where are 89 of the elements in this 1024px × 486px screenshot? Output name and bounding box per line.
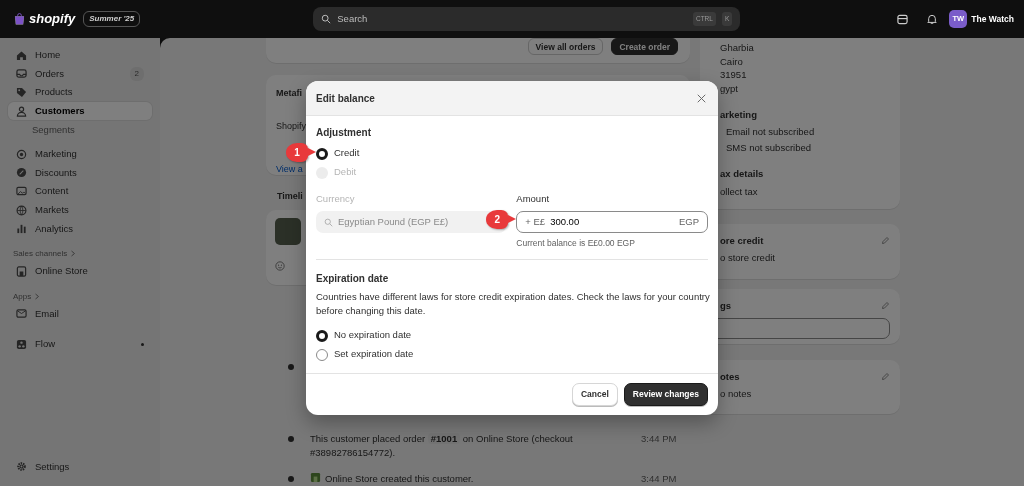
cancel-button[interactable]: Cancel xyxy=(572,383,618,406)
card-text: o store credit xyxy=(719,251,776,265)
timeline-dot xyxy=(288,435,294,442)
event-time: 3:44 PM xyxy=(641,431,677,446)
amount-field[interactable]: + E£ 300.00 EGP xyxy=(516,211,708,234)
radio-label[interactable]: Set expiration date xyxy=(334,347,414,362)
bar-chart-icon xyxy=(16,223,27,235)
store-icon xyxy=(310,471,321,483)
sidebar-item[interactable]: Home xyxy=(8,46,152,65)
search-icon xyxy=(324,217,333,227)
radio-button[interactable] xyxy=(316,329,328,342)
sidebar-item[interactable]: Analytics xyxy=(8,219,152,238)
address-line: Cairo xyxy=(719,54,744,68)
subscription-status: SMS not subscribed xyxy=(725,141,812,155)
description-text: Countries have different laws for store credit expiration dates. Check the laws for your country before changing this date. xyxy=(316,290,711,318)
card-title: Metafi xyxy=(276,87,302,100)
sidebar-item[interactable]: Markets xyxy=(8,200,152,220)
currency-suffix: EGP xyxy=(678,215,699,230)
section-heading[interactable]: Sales channels xyxy=(13,247,68,260)
sidebar-item[interactable]: Email xyxy=(8,304,152,324)
create-order-button[interactable]: Create order xyxy=(611,38,678,55)
address-line: Gharbia xyxy=(719,41,755,55)
card-link[interactable]: View a xyxy=(276,163,303,177)
sidebar-item[interactable]: Discounts xyxy=(8,163,152,183)
discount-badge-icon xyxy=(16,167,27,179)
section-heading[interactable]: Apps xyxy=(13,290,32,303)
chevron-right-icon xyxy=(70,250,77,258)
sidebar-item[interactable]: Online Store xyxy=(8,261,152,281)
card-title: ore credit xyxy=(719,233,764,247)
logo-text: shopify xyxy=(29,10,76,29)
currency-prefix: + E£ xyxy=(525,215,546,230)
mail-icon xyxy=(16,308,27,320)
review-button[interactable]: Review changes xyxy=(623,383,708,406)
event-text: This customer placed order #1001 on Online Store (checkout #38982786154772). xyxy=(310,431,574,460)
section-heading: arketing xyxy=(719,108,758,122)
search-icon xyxy=(321,14,332,24)
close-icon xyxy=(697,93,706,103)
store-icon[interactable] xyxy=(897,13,909,25)
tag-icon xyxy=(16,87,27,98)
field-label: Currency xyxy=(316,192,356,206)
address-line: gypt xyxy=(719,81,739,95)
section-text: ollect tax xyxy=(719,185,759,199)
sidebar-item[interactable]: Marketing xyxy=(8,144,152,164)
help-text: Current balance is E£0.00 EGP xyxy=(516,237,636,250)
store-icon xyxy=(16,265,27,277)
sidebar-item[interactable]: Products xyxy=(8,83,152,102)
view-orders-button[interactable]: View all orders xyxy=(527,38,604,55)
dialog-title: Edit balance xyxy=(316,91,375,106)
event-time: 3:44 PM xyxy=(641,471,677,486)
sidebar-item[interactable]: Segments xyxy=(8,120,152,139)
radio-button[interactable] xyxy=(316,147,328,160)
sidebar-item[interactable]: Flow xyxy=(8,335,152,354)
search-input[interactable]: Search xyxy=(337,11,687,27)
photo-placeholder xyxy=(275,217,301,245)
amount-input[interactable]: 300.00 xyxy=(550,215,674,230)
radio-label[interactable]: Credit xyxy=(334,146,360,161)
chevron-right-icon xyxy=(34,293,41,301)
app-tile-icon xyxy=(16,338,27,350)
subscription-status: Email not subscribed xyxy=(725,124,816,138)
timeline-dot xyxy=(288,475,294,482)
image-icon xyxy=(16,185,27,197)
count-badge: 2 xyxy=(129,66,144,81)
sidebar-item[interactable]: Content xyxy=(8,182,152,201)
section-heading: ax details xyxy=(719,166,765,180)
section-heading: Adjustment xyxy=(316,126,372,140)
gear-icon xyxy=(16,461,27,473)
sidebar-item[interactable]: Customers xyxy=(8,101,152,121)
radio-label[interactable]: No expiration date xyxy=(334,328,412,343)
close-button[interactable] xyxy=(697,93,706,103)
home-icon xyxy=(16,49,27,61)
section-heading: Expiration date xyxy=(316,272,390,286)
address-line: 31951 xyxy=(719,68,748,82)
settings-item[interactable]: Settings xyxy=(8,457,152,476)
field-label: Amount xyxy=(516,192,551,206)
inbox-icon xyxy=(16,68,27,80)
radio-button[interactable] xyxy=(316,348,328,361)
person-icon xyxy=(16,105,27,117)
section-title: Timeli xyxy=(277,190,303,203)
globe-icon xyxy=(16,204,27,216)
timeline-dot xyxy=(288,363,294,370)
shopping-bag-icon xyxy=(14,12,25,26)
card-title: otes xyxy=(719,369,740,383)
edition-badge: Summer '25 xyxy=(83,11,141,27)
store-name[interactable]: The Watch xyxy=(971,12,1014,26)
event-text: Online Store created this customer. xyxy=(325,471,474,486)
target-icon xyxy=(16,148,27,160)
card-text: o notes xyxy=(719,387,753,401)
bell-icon[interactable] xyxy=(927,13,938,25)
sidebar-item[interactable]: Orders 2 xyxy=(8,64,152,84)
